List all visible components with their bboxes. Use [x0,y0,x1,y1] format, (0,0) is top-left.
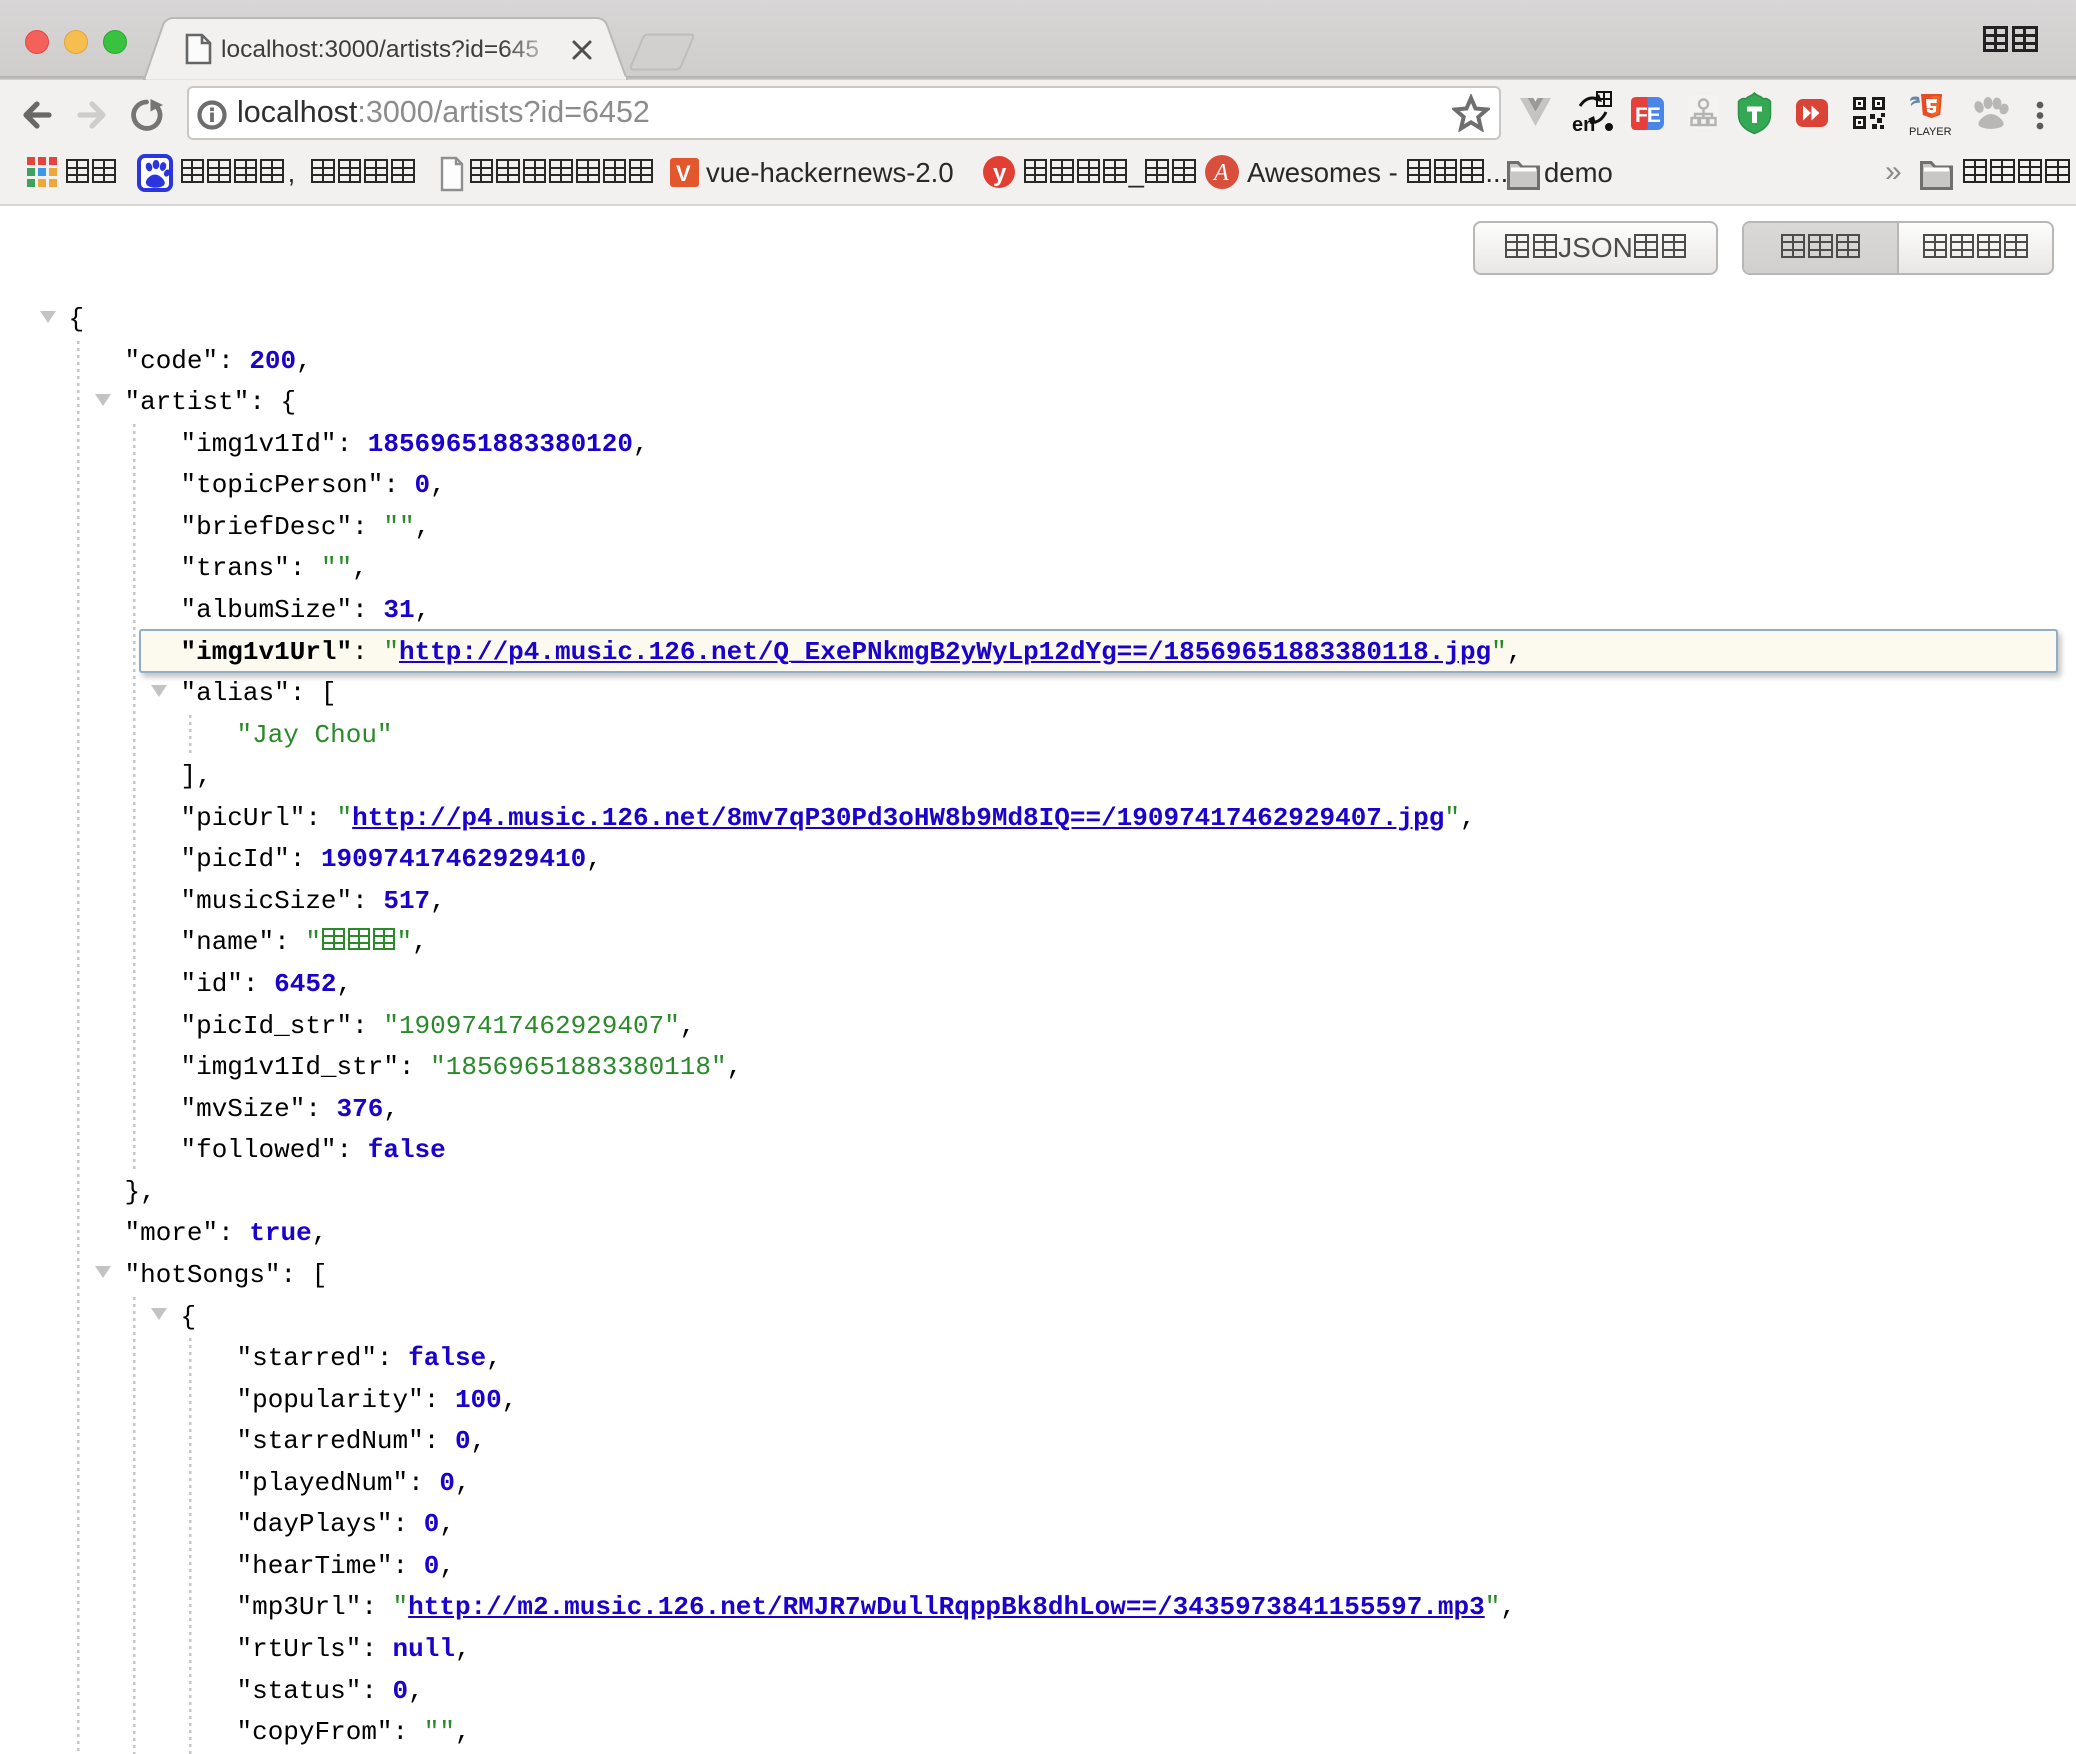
svg-text:FE: FE [1635,104,1661,127]
svg-text:A: A [1212,160,1229,186]
svg-text:y: y [993,160,1007,187]
svg-text:PLAYER: PLAYER [1909,126,1952,138]
svg-text:V: V [676,161,691,186]
